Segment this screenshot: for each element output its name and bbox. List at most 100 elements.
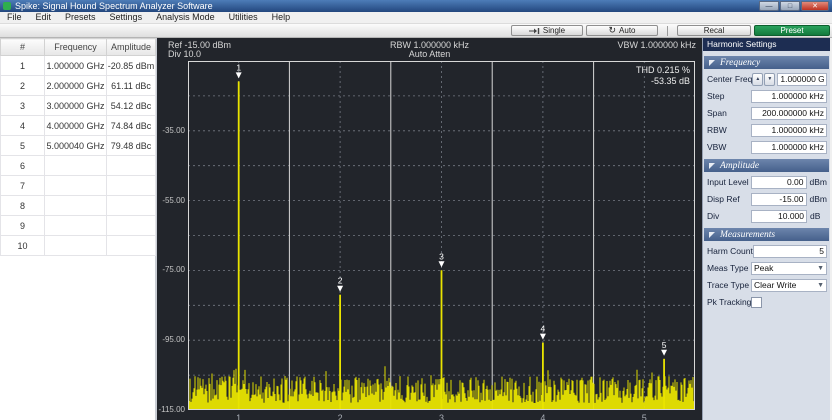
cell-frequency: 5.000040 GHz	[45, 136, 107, 156]
menu-item-utilities[interactable]: Utilities	[222, 12, 265, 23]
setting-row-input-level: Input LeveldBm	[707, 175, 827, 189]
vbw-label: VBW	[707, 142, 751, 152]
cell-amplitude: 79.48 dBc	[107, 136, 156, 156]
table-row[interactable]: 55.000040 GHz79.48 dBc	[1, 136, 156, 156]
section-header-amplitude[interactable]: Amplitude	[704, 159, 829, 172]
setting-row-div: DivdB	[707, 209, 827, 223]
table-row[interactable]: 7	[1, 176, 156, 196]
input-level-label: Input Level	[707, 177, 751, 187]
menu-item-edit[interactable]: Edit	[29, 12, 59, 23]
window-controls: — □ ✕	[759, 1, 829, 11]
table-row[interactable]: 10	[1, 236, 156, 256]
section-title: Amplitude	[720, 161, 759, 171]
setting-row-trace-type: Trace TypeClear Write▼	[707, 278, 827, 292]
cell-n: 6	[1, 156, 45, 176]
span-field[interactable]	[751, 107, 827, 120]
column-header-frequency: Frequency	[45, 39, 107, 56]
input-level-field[interactable]	[751, 176, 807, 189]
recal-button[interactable]: Recal	[677, 25, 751, 36]
spectrum-chart[interactable]: 12345	[188, 61, 695, 410]
center-freq-field[interactable]	[777, 73, 827, 86]
window-title: Spike: Signal Hound Spectrum Analyzer So…	[15, 1, 759, 11]
cell-n: 10	[1, 236, 45, 256]
toolbar: Single ↻ Auto Recal Preset	[0, 24, 832, 38]
main-area: #FrequencyAmplitude 11.000000 GHz-20.85 …	[0, 38, 832, 420]
cell-amplitude	[107, 216, 156, 236]
chevron-down-icon: ▼	[817, 282, 824, 289]
meas-type-select[interactable]: Peak▼	[751, 262, 827, 275]
auto-sweep-button[interactable]: ↻ Auto	[586, 25, 658, 36]
cell-amplitude: 74.84 dBc	[107, 116, 156, 136]
table-row[interactable]: 8	[1, 196, 156, 216]
span-label: Span	[707, 108, 751, 118]
cell-frequency: 3.000000 GHz	[45, 96, 107, 116]
single-button-label: Single	[543, 26, 565, 35]
menu-item-analysis-mode[interactable]: Analysis Mode	[149, 12, 222, 23]
section-title: Frequency	[720, 58, 760, 68]
cell-amplitude: -20.85 dBm	[107, 56, 156, 76]
setting-row-pk-tracking: Pk Tracking	[707, 295, 827, 309]
menu-item-settings[interactable]: Settings	[103, 12, 150, 23]
x-axis-segment-label: 2	[338, 413, 343, 420]
x-axis-segment-label: 1	[236, 413, 241, 420]
section-header-measurements[interactable]: Measurements	[704, 228, 829, 241]
y-axis-tick-label: -55.00	[157, 196, 185, 205]
table-row[interactable]: 22.000000 GHz61.11 dBc	[1, 76, 156, 96]
preset-button[interactable]: Preset	[754, 25, 830, 36]
rbw-field[interactable]	[751, 124, 827, 137]
thd-readout: THD 0.215 % -53.35 dB	[636, 65, 690, 87]
close-icon[interactable]: ✕	[801, 1, 829, 11]
cell-amplitude	[107, 236, 156, 256]
svg-text:4: 4	[541, 324, 546, 334]
step-label: Step	[707, 91, 751, 101]
pk-tracking-label: Pk Tracking	[707, 297, 751, 307]
cell-frequency	[45, 156, 107, 176]
table-row[interactable]: 6	[1, 156, 156, 176]
table-row[interactable]: 9	[1, 216, 156, 236]
section-title: Measurements	[720, 230, 775, 240]
thd-percent-text: THD 0.215 %	[636, 65, 690, 76]
minimize-icon[interactable]: —	[759, 1, 779, 11]
y-axis-tick-label: -95.00	[157, 335, 185, 344]
harmonics-table-panel: #FrequencyAmplitude 11.000000 GHz-20.85 …	[0, 38, 157, 420]
collapse-triangle-icon	[709, 232, 715, 238]
vbw-field[interactable]	[751, 141, 827, 154]
table-row[interactable]: 11.000000 GHz-20.85 dBm	[1, 56, 156, 76]
menu-item-presets[interactable]: Presets	[58, 12, 103, 23]
cell-n: 2	[1, 76, 45, 96]
table-row[interactable]: 33.000000 GHz54.12 dBc	[1, 96, 156, 116]
setting-row-center-freq: Center Freq▲▼	[707, 72, 827, 86]
cell-n: 8	[1, 196, 45, 216]
thd-db-text: -53.35 dB	[636, 76, 690, 87]
spin-down-icon[interactable]: ▼	[764, 73, 775, 86]
spin-up-icon[interactable]: ▲	[752, 73, 763, 86]
maximize-icon[interactable]: □	[780, 1, 800, 11]
trace-type-value: Clear Write	[754, 280, 796, 290]
y-axis-tick-label: -115.00	[157, 405, 185, 414]
vbw-text: VBW 1.000000 kHz	[617, 41, 696, 50]
harm-count-field[interactable]	[753, 245, 827, 258]
cell-frequency: 1.000000 GHz	[45, 56, 107, 76]
step-field[interactable]	[751, 90, 827, 103]
cell-amplitude	[107, 196, 156, 216]
menu-bar: FileEditPresetsSettingsAnalysis ModeUtil…	[0, 12, 832, 24]
disp-ref-field[interactable]	[751, 193, 807, 206]
single-sweep-button[interactable]: Single	[511, 25, 583, 36]
svg-text:3: 3	[439, 251, 444, 261]
cell-n: 5	[1, 136, 45, 156]
menu-item-file[interactable]: File	[0, 12, 29, 23]
setting-row-step: Step	[707, 89, 827, 103]
rbw-label: RBW	[707, 125, 751, 135]
cell-frequency	[45, 236, 107, 256]
section-measurements: MeasurementsHarm CountMeas TypePeak▼Trac…	[703, 228, 830, 309]
pk-tracking-checkbox[interactable]	[751, 297, 762, 308]
trace-type-select[interactable]: Clear Write ▼	[751, 279, 827, 292]
x-axis-segment-label: 4	[540, 413, 545, 420]
cell-amplitude	[107, 156, 156, 176]
menu-item-help[interactable]: Help	[265, 12, 298, 23]
disp-ref-unit: dBm	[807, 194, 827, 204]
section-header-frequency[interactable]: Frequency	[704, 56, 829, 69]
table-row[interactable]: 44.000000 GHz74.84 dBc	[1, 116, 156, 136]
div-field[interactable]	[751, 210, 807, 223]
x-axis-segment-label: 5	[642, 413, 647, 420]
